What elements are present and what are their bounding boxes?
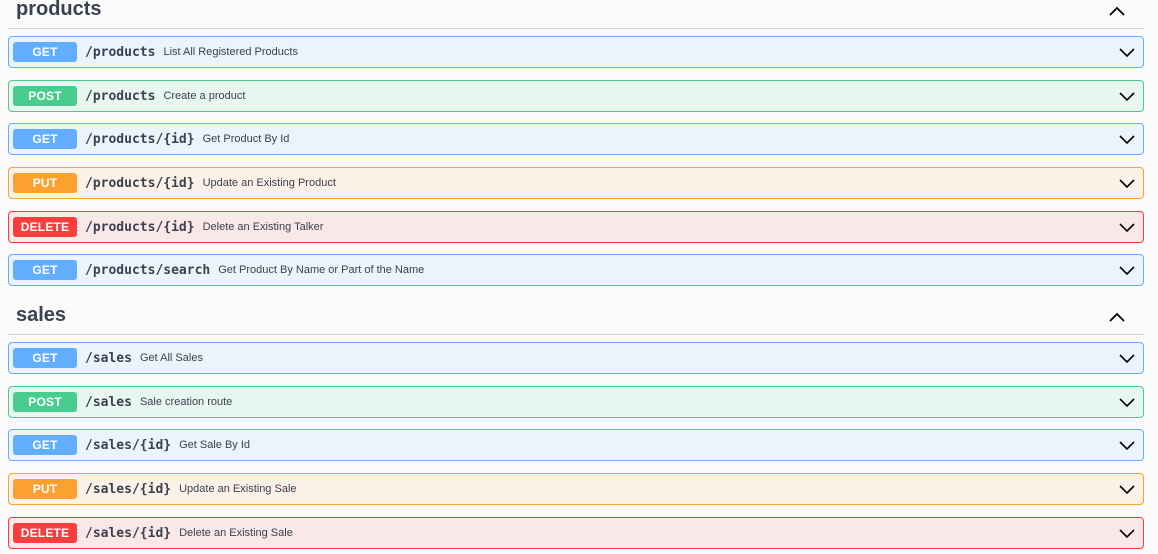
tag-section-products: products GET /products List All Register…: [8, 0, 1144, 286]
operation-get-product-by-id[interactable]: GET /products/{id} Get Product By Id: [8, 123, 1144, 155]
chevron-down-icon[interactable]: [1119, 439, 1135, 451]
chevron-down-icon[interactable]: [1119, 133, 1135, 145]
operation-summary: List All Registered Products: [163, 46, 298, 58]
operation-summary: Delete an Existing Talker: [202, 221, 324, 233]
operation-post-products[interactable]: POST /products Create a product: [8, 80, 1144, 112]
operation-get-products[interactable]: GET /products List All Registered Produc…: [8, 36, 1144, 68]
method-badge: GET: [13, 435, 77, 455]
chevron-down-icon[interactable]: [1119, 221, 1135, 233]
operation-delete-sale[interactable]: DELETE /sales/{id} Delete an Existing Sa…: [8, 517, 1144, 549]
operation-path: /sales/{id}: [85, 525, 172, 541]
operation-summary: Get Sale By Id: [179, 439, 251, 451]
method-badge: POST: [13, 86, 77, 106]
tag-section-sales: sales GET /sales Get All Sales POST /sal…: [8, 304, 1144, 549]
operation-summary: Delete an Existing Sale: [179, 527, 293, 539]
chevron-down-icon[interactable]: [1119, 483, 1135, 495]
method-badge: GET: [13, 42, 77, 62]
operation-put-sale[interactable]: PUT /sales/{id} Update an Existing Sale: [8, 473, 1144, 505]
operation-summary: Get Product By Id: [202, 133, 290, 145]
method-badge: GET: [13, 260, 77, 280]
chevron-down-icon[interactable]: [1119, 527, 1135, 539]
operation-path: /sales: [85, 394, 132, 410]
operation-summary: Sale creation route: [139, 396, 233, 408]
operation-path: /sales: [85, 350, 132, 366]
method-badge: POST: [13, 392, 77, 412]
operation-summary: Get All Sales: [139, 352, 203, 364]
chevron-down-icon[interactable]: [1119, 46, 1135, 58]
method-badge: DELETE: [13, 523, 77, 543]
operation-delete-product[interactable]: DELETE /products/{id} Delete an Existing…: [8, 211, 1144, 243]
tag-header-products[interactable]: products: [8, 0, 1144, 29]
operation-post-sales[interactable]: POST /sales Sale creation route: [8, 386, 1144, 418]
operation-summary: Get Product By Name or Part of the Name: [218, 264, 425, 276]
chevron-down-icon[interactable]: [1119, 264, 1135, 276]
method-badge: GET: [13, 129, 77, 149]
operation-path: /products: [85, 44, 156, 60]
tag-header-sales[interactable]: sales: [8, 304, 1144, 335]
chevron-up-icon[interactable]: [1106, 4, 1128, 18]
operation-path: /sales/{id}: [85, 481, 172, 497]
method-badge: GET: [13, 348, 77, 368]
operation-get-sale-by-id[interactable]: GET /sales/{id} Get Sale By Id: [8, 429, 1144, 461]
operation-path: /products/{id}: [85, 175, 195, 191]
chevron-down-icon[interactable]: [1119, 90, 1135, 102]
method-badge: PUT: [13, 479, 77, 499]
operation-get-sales[interactable]: GET /sales Get All Sales: [8, 342, 1144, 374]
operation-get-product-search[interactable]: GET /products/search Get Product By Name…: [8, 254, 1144, 286]
tag-title[interactable]: products: [16, 0, 102, 21]
chevron-down-icon[interactable]: [1119, 352, 1135, 364]
chevron-down-icon[interactable]: [1119, 396, 1135, 408]
operation-summary: Create a product: [163, 90, 246, 102]
chevron-up-icon[interactable]: [1106, 310, 1128, 324]
operation-path: /products/{id}: [85, 219, 195, 235]
tag-title[interactable]: sales: [16, 304, 66, 327]
operation-path: /products: [85, 88, 156, 104]
operation-put-product[interactable]: PUT /products/{id} Update an Existing Pr…: [8, 167, 1144, 199]
chevron-down-icon[interactable]: [1119, 177, 1135, 189]
method-badge: DELETE: [13, 217, 77, 237]
operation-summary: Update an Existing Product: [202, 177, 336, 189]
method-badge: PUT: [13, 173, 77, 193]
operation-path: /products/search: [85, 262, 211, 278]
operation-summary: Update an Existing Sale: [179, 483, 297, 495]
operation-path: /products/{id}: [85, 131, 195, 147]
operation-path: /sales/{id}: [85, 437, 172, 453]
